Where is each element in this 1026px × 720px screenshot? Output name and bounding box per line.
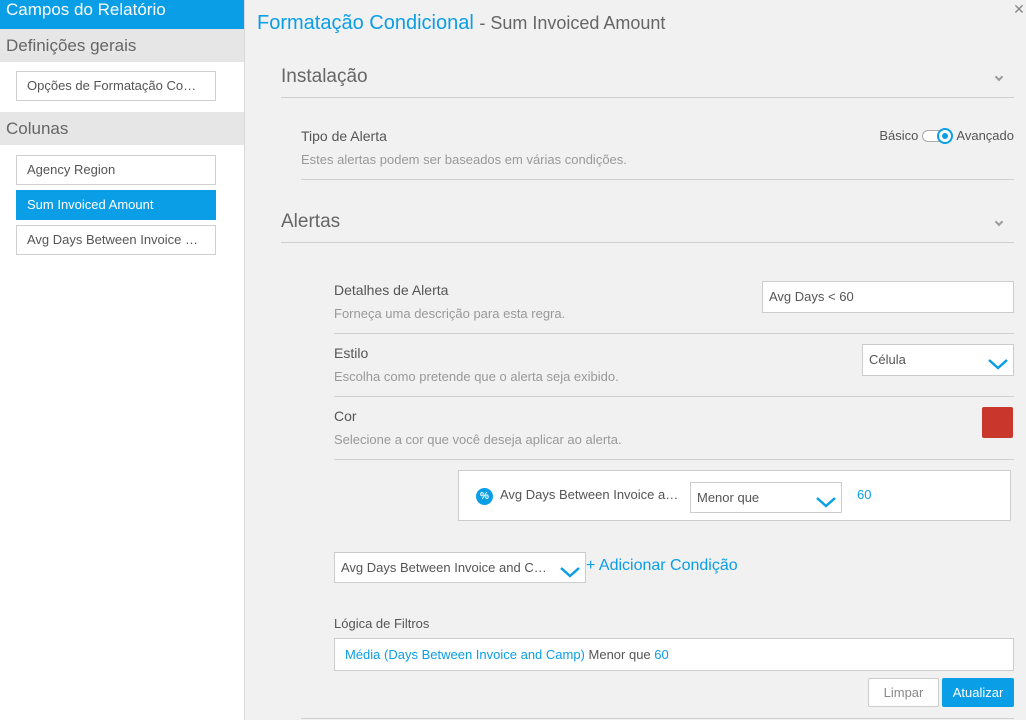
page-title: Formatação Condicional - Sum Invoiced Am… — [257, 12, 665, 35]
chevron-down-icon — [987, 352, 1009, 370]
style-desc: Escolha como pretende que o alerta seja … — [334, 369, 619, 384]
divider — [301, 179, 1014, 180]
chevron-down-icon[interactable] — [994, 72, 1004, 82]
clear-button[interactable]: Limpar — [868, 678, 939, 707]
alert-details-input[interactable]: Avg Days < 60 — [762, 281, 1014, 313]
condition-field-select[interactable]: Avg Days Between Invoice and Ca… — [334, 552, 586, 583]
alert-type-toggle[interactable] — [922, 127, 954, 144]
alert-details-label: Detalhes de Alerta — [334, 282, 449, 298]
percent-icon: % — [476, 488, 493, 505]
filter-logic-field[interactable]: Média (Days Between Invoice and Camp) Me… — [334, 638, 1014, 671]
filter-logic-field-name[interactable]: Média (Days Between Invoice and Camp) — [345, 647, 585, 662]
condition-field-select-value: Avg Days Between Invoice and Ca… — [341, 560, 554, 575]
alert-type-toggle-group: Básico Avançado — [879, 127, 1014, 144]
report-fields-sidebar: Campos do Relatório Definições gerais Op… — [0, 0, 245, 720]
sidebar-header: Campos do Relatório — [0, 0, 244, 29]
setup-section-header[interactable]: Instalação — [281, 62, 1014, 98]
divider — [334, 396, 1014, 397]
add-condition-link[interactable]: + Adicionar Condição — [586, 557, 738, 575]
alert-details-desc: Forneça uma descrição para esta regra. — [334, 306, 566, 321]
filter-logic-operator: Menor que — [588, 647, 651, 662]
general-settings-title: Definições gerais — [0, 29, 244, 62]
condition-operator-select[interactable]: Menor que — [690, 482, 842, 513]
color-label: Cor — [334, 408, 357, 424]
style-label: Estilo — [334, 345, 369, 361]
condition-value[interactable]: 60 — [857, 487, 871, 502]
conditional-formatting-panel: Formatação Condicional - Sum Invoiced Am… — [246, 0, 1026, 720]
filter-logic-label: Lógica de Filtros — [334, 616, 430, 631]
divider — [334, 459, 1014, 460]
alerts-section-header[interactable]: Alertas — [281, 207, 1014, 243]
sidebar-item-agency-region[interactable]: Agency Region — [16, 155, 216, 185]
sidebar-item-avg-days-between-invoice[interactable]: Avg Days Between Invoice … — [16, 225, 216, 255]
color-desc: Selecione a cor que você deseja aplicar … — [334, 432, 622, 447]
chevron-down-icon[interactable] — [994, 217, 1004, 227]
condition-operator-value: Menor que — [697, 490, 760, 505]
page-title-main: Formatação Condicional — [257, 12, 474, 34]
style-select[interactable]: Célula — [862, 344, 1014, 376]
chevron-down-icon — [559, 560, 581, 578]
toggle-advanced-label: Avançado — [956, 128, 1014, 143]
toggle-basic-label: Básico — [879, 128, 919, 143]
sidebar-item-conditional-format-options[interactable]: Opções de Formatação Co… — [16, 71, 216, 101]
page-title-sub: - Sum Invoiced Amount — [479, 13, 666, 33]
filter-logic-value[interactable]: 60 — [654, 647, 668, 662]
alert-type-desc: Estes alertas podem ser baseados em vári… — [301, 152, 627, 167]
toggle-knob — [937, 127, 954, 144]
alerts-section-title: Alertas — [281, 211, 341, 232]
divider — [334, 333, 1014, 334]
update-button[interactable]: Atualizar — [942, 678, 1014, 707]
color-swatch[interactable] — [982, 407, 1013, 438]
chevron-down-icon — [815, 490, 837, 508]
divider — [301, 718, 1014, 719]
close-icon[interactable]: ✕ — [1012, 2, 1026, 16]
setup-section-title: Instalação — [281, 66, 368, 87]
condition-field: Avg Days Between Invoice a… — [500, 487, 679, 502]
condition-row: % Avg Days Between Invoice a… Menor que … — [458, 470, 1011, 521]
columns-title: Colunas — [0, 112, 244, 145]
alert-type-label: Tipo de Alerta — [301, 128, 387, 144]
sidebar-item-sum-invoiced-amount[interactable]: Sum Invoiced Amount — [16, 190, 216, 220]
style-select-value: Célula — [869, 352, 906, 367]
